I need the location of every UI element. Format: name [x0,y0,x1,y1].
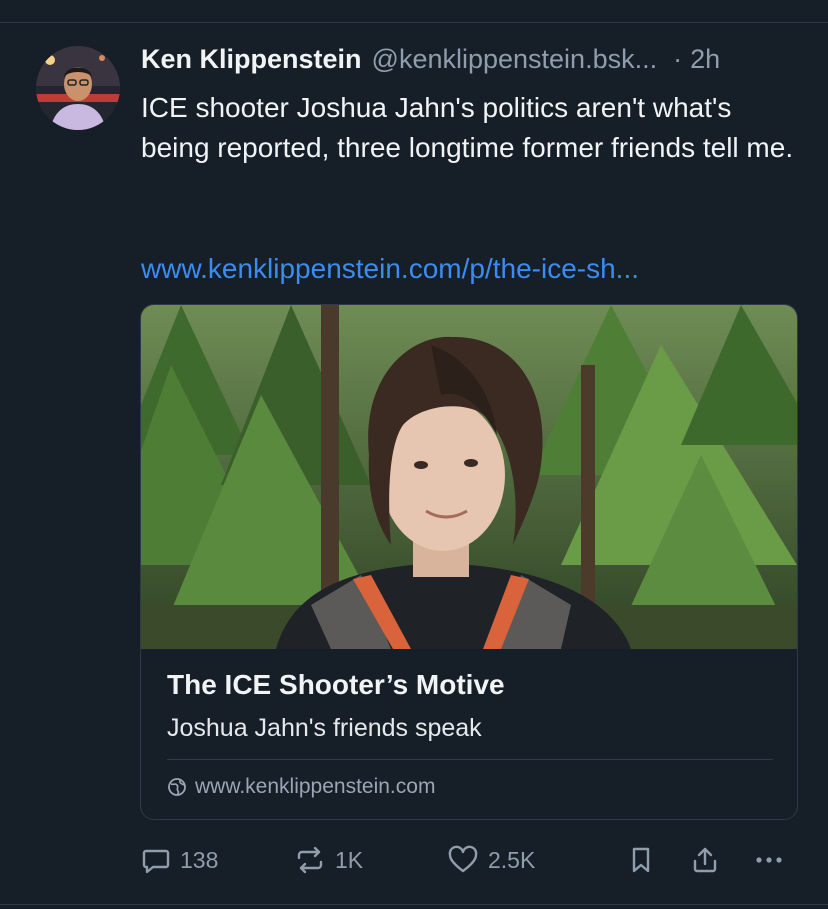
author-avatar[interactable] [36,46,120,130]
link-preview-divider [167,759,773,760]
globe-icon [168,778,186,796]
bookmark-icon [632,847,650,873]
post-timestamp[interactable]: 2h [690,44,720,75]
more-options-button[interactable] [751,838,787,882]
repost-icon [297,846,323,874]
like-button[interactable]: 2.5K [446,838,535,882]
post-actions-bar: 138 1K 2.5K [0,838,828,882]
comment-icon [142,849,170,874]
link-preview-domain: www.kenklippenstein.com [195,775,436,798]
more-icon [756,857,782,863]
link-preview-card[interactable]: The ICE Shooter’s Motive Joshua Jahn's f… [140,304,798,820]
bookmark-button[interactable] [626,838,656,882]
heart-icon [448,845,478,873]
top-divider [0,22,828,23]
avatar-photo [36,46,120,130]
repost-button[interactable]: 1K [293,838,363,882]
like-count: 2.5K [488,846,536,873]
bottom-divider [0,904,828,905]
post-link[interactable]: www.kenklippenstein.com/p/the-ice-sh... [141,249,801,289]
repost-count: 1K [335,846,364,873]
reply-count: 138 [180,846,219,873]
header-separator: · [673,44,683,74]
link-preview-description: Joshua Jahn's friends speak [167,714,482,742]
author-name[interactable]: Ken Klippenstein [141,44,362,75]
post-header: Ken Klippenstein @kenklippenstein.bsk...… [141,44,801,84]
post-body-text: ICE shooter Joshua Jahn's politics aren'… [141,92,794,163]
author-handle[interactable]: @kenklippenstein.bsk... [372,44,658,75]
share-icon [693,847,717,873]
reply-button[interactable]: 138 [140,838,218,882]
share-button[interactable] [689,838,721,882]
link-preview-image [141,305,797,649]
link-preview-title: The ICE Shooter’s Motive [167,669,505,700]
link-preview-domain-row: www.kenklippenstein.com [167,775,435,799]
